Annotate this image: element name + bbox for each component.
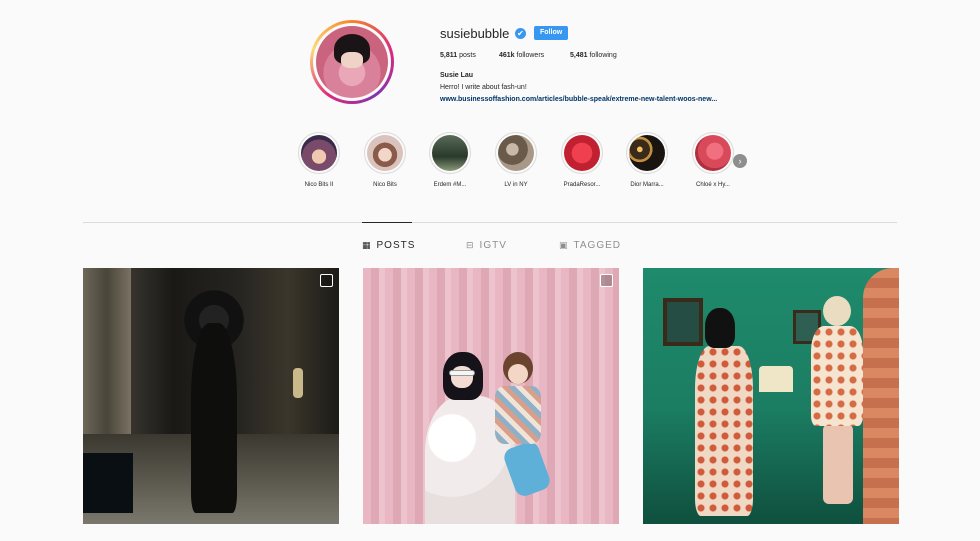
post-thumbnail-2[interactable] (363, 268, 619, 524)
highlight-label: PradaResor... (563, 182, 601, 188)
highlight-thumbnail (629, 135, 665, 171)
followers-count-stat[interactable]: 461k followers (499, 52, 544, 59)
carousel-icon (600, 274, 613, 287)
post-thumbnail-3[interactable] (643, 268, 899, 524)
tab-igtv[interactable]: ⊟ IGTV (466, 240, 507, 251)
highlight-prada-resort[interactable]: PradaResor... (552, 132, 612, 188)
tab-posts[interactable]: ▦ POSTS (362, 240, 415, 251)
highlight-thumbnail (432, 135, 468, 171)
highlight-label: LV in NY (504, 182, 528, 188)
highlight-label: Erdem #M... (433, 182, 467, 188)
highlight-thumbnail (564, 135, 600, 171)
posts-count-stat: 5,811 posts (440, 52, 476, 59)
highlight-thumbnail (367, 135, 403, 171)
post-thumbnail-1[interactable] (83, 268, 339, 524)
highlight-label: Dior Marra... (630, 182, 664, 188)
highlight-thumbnail (498, 135, 534, 171)
follow-button[interactable]: Follow (534, 26, 569, 40)
highlight-nico-bits[interactable]: Nico Bits (355, 132, 415, 188)
tab-igtv-label: IGTV (479, 240, 507, 251)
highlight-erdem[interactable]: Erdem #M... (420, 132, 480, 188)
grid-icon: ▦ (362, 240, 372, 250)
profile-bio: Herro! I write about fash-un! (440, 84, 527, 91)
following-count-stat[interactable]: 5,481 following (570, 52, 617, 59)
highlight-dior-marrakech[interactable]: Dior Marra... (617, 132, 677, 188)
tagged-icon: ▣ (559, 240, 569, 250)
tab-tagged[interactable]: ▣ TAGGED (559, 240, 621, 251)
igtv-video-icon (320, 274, 333, 287)
avatar-image (316, 26, 388, 98)
tab-posts-label: POSTS (376, 240, 416, 251)
igtv-icon: ⊟ (466, 240, 475, 250)
active-tab-indicator (362, 222, 412, 223)
verified-badge-icon: ✔ (515, 28, 526, 39)
profile-website-link[interactable]: www.businessoffashion.com/articles/bubbl… (440, 96, 717, 103)
profile-username: susiebubble (440, 26, 510, 41)
highlight-label: Nico Bits (373, 182, 397, 188)
highlights-next-chevron-icon[interactable]: › (733, 154, 747, 168)
highlight-thumbnail (301, 135, 337, 171)
highlight-nico-bits-ii[interactable]: Nico Bits II (289, 132, 349, 188)
highlight-label: Nico Bits II (304, 182, 334, 188)
profile-full-name: Susie Lau (440, 72, 474, 79)
highlight-label: Chloé x Hy... (696, 182, 730, 188)
section-divider (83, 222, 897, 223)
profile-avatar[interactable] (310, 20, 394, 104)
tab-tagged-label: TAGGED (573, 240, 621, 251)
highlight-lv-in-ny[interactable]: LV in NY (486, 132, 546, 188)
highlight-thumbnail (695, 135, 731, 171)
